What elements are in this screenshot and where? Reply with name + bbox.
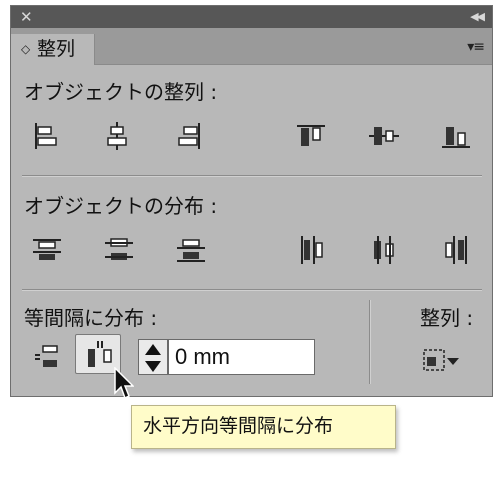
distribute-vertical-center-icon[interactable] [101,232,137,268]
tooltip: 水平方向等間隔に分布 [131,405,396,449]
close-icon[interactable]: ✕ [20,8,33,26]
panel-titlebar: ✕ ◀◀ [11,6,492,28]
distribute-top-icon[interactable] [29,232,65,268]
spinner-up-icon[interactable] [143,342,163,358]
vertical-distribute-space-icon[interactable] [29,338,65,374]
spacing-stepper[interactable] [138,339,168,375]
panel-menu-icon[interactable]: ▾≡ [467,39,485,55]
tab-row: ◇ 整列 ▾≡ [11,28,492,65]
align-bottom-icon[interactable] [438,118,474,154]
section-divider [22,175,482,177]
cursor-arrow-icon [114,367,134,400]
align-vertical-center-icon[interactable] [366,118,402,154]
collapse-icon[interactable]: ◀◀ [470,8,485,26]
align-to-selection-button[interactable] [422,345,472,381]
align-left-icon[interactable] [28,118,64,154]
align-top-icon[interactable] [293,118,329,154]
section-divider [22,289,482,291]
align-to-selection-icon [423,349,459,371]
distribute-spacing-title: 等間隔に分布 : [24,306,158,330]
distribute-horizontal-center-icon[interactable] [366,232,402,268]
distribute-bottom-icon[interactable] [173,232,209,268]
align-right-icon[interactable] [171,118,207,154]
align-to-title: 整列 : [420,306,474,330]
tab-align[interactable]: ◇ 整列 [11,34,95,65]
vertical-divider [369,300,371,384]
distribute-left-icon[interactable] [294,232,330,268]
spacing-input[interactable]: 0 mm [168,339,315,375]
align-horizontal-center-icon[interactable] [99,118,135,154]
tab-arrows-icon: ◇ [21,42,31,56]
distribute-right-icon[interactable] [438,232,474,268]
align-objects-title: オブジェクトの整列 : [24,80,218,104]
spinner-down-icon[interactable] [143,358,163,374]
distribute-objects-title: オブジェクトの分布 : [24,194,218,218]
tab-label: 整列 [37,38,76,60]
